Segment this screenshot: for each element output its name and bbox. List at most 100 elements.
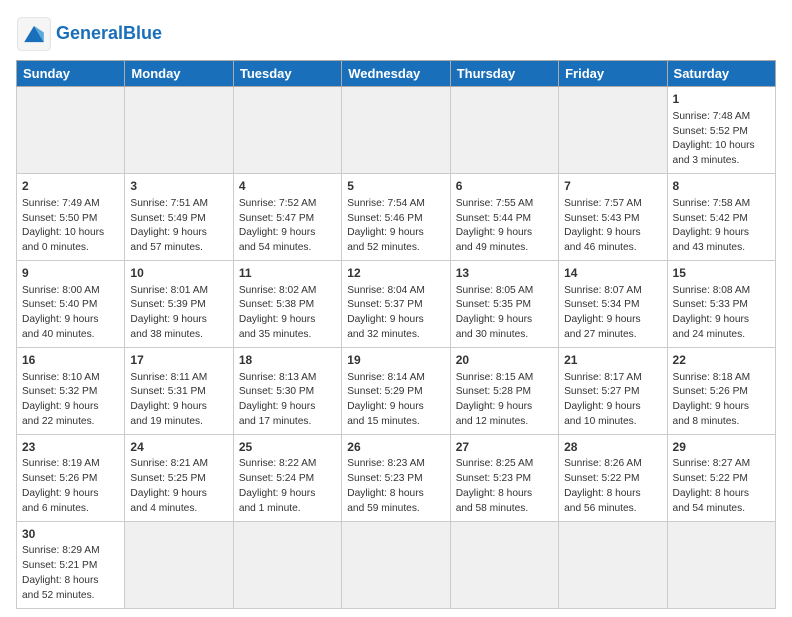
day-info: Sunrise: 8:19 AMSunset: 5:26 PMDaylight:… — [22, 457, 119, 516]
day-info: Sunrise: 7:49 AMSunset: 5:50 PMDaylight:… — [22, 197, 119, 256]
day-info: Sunrise: 8:22 AMSunset: 5:24 PMDaylight:… — [239, 457, 336, 516]
day-number: 9 — [22, 265, 119, 282]
day-number: 23 — [22, 439, 119, 456]
day-number: 1 — [673, 91, 770, 108]
calendar-day-cell: 10Sunrise: 8:01 AMSunset: 5:39 PMDayligh… — [125, 260, 233, 347]
calendar-day-cell: 15 Sunrise: 8:08 AMSunset: 5:33 PMDayligh… — [667, 260, 775, 347]
day-info: Sunrise: 8:26 AMSunset: 5:22 PMDaylight:… — [564, 457, 661, 516]
day-info: Sunrise: 8:01 AMSunset: 5:39 PMDaylight:… — [130, 284, 227, 343]
day-number: 30 — [22, 526, 119, 543]
logo-blue: Blue — [123, 23, 162, 43]
calendar-day-cell: 19 Sunrise: 8:14 AMSunset: 5:29 PMDayligh… — [342, 347, 450, 434]
day-number: 8 — [673, 178, 770, 195]
calendar-week-row: 1 Sunrise: 7:48 AMSunset: 5:52 PMDaylight… — [17, 87, 776, 174]
calendar-day-cell — [559, 521, 667, 608]
day-number: 17 — [130, 352, 227, 369]
day-info: Sunrise: 7:52 AMSunset: 5:47 PMDaylight:… — [239, 197, 336, 256]
calendar-day-cell — [125, 87, 233, 174]
calendar-day-cell: 24Sunrise: 8:21 AMSunset: 5:25 PMDayligh… — [125, 434, 233, 521]
day-number: 21 — [564, 352, 661, 369]
day-info: Sunrise: 8:14 AMSunset: 5:29 PMDaylight:… — [347, 371, 444, 430]
day-number: 26 — [347, 439, 444, 456]
day-info: Sunrise: 8:29 AMSunset: 5:21 PMDaylight:… — [22, 544, 119, 603]
day-number: 14 — [564, 265, 661, 282]
calendar-day-cell: 23Sunrise: 8:19 AMSunset: 5:26 PMDayligh… — [17, 434, 125, 521]
calendar-day-cell: 13 Sunrise: 8:05 AMSunset: 5:35 PMDayligh… — [450, 260, 558, 347]
weekday-header-monday: Monday — [125, 61, 233, 87]
calendar-day-cell: 28Sunrise: 8:26 AMSunset: 5:22 PMDayligh… — [559, 434, 667, 521]
day-info: Sunrise: 8:15 AMSunset: 5:28 PMDaylight:… — [456, 371, 553, 430]
calendar-day-cell: 29Sunrise: 8:27 AMSunset: 5:22 PMDayligh… — [667, 434, 775, 521]
day-number: 20 — [456, 352, 553, 369]
calendar-day-cell: 17 Sunrise: 8:11 AMSunset: 5:31 PMDayligh… — [125, 347, 233, 434]
day-number: 15 — [673, 265, 770, 282]
weekday-header-sunday: Sunday — [17, 61, 125, 87]
calendar-week-row: 16 Sunrise: 8:10 AMSunset: 5:32 PMDayligh… — [17, 347, 776, 434]
day-info: Sunrise: 8:02 AMSunset: 5:38 PMDaylight:… — [239, 284, 336, 343]
calendar-day-cell: 20 Sunrise: 8:15 AMSunset: 5:28 PMDayligh… — [450, 347, 558, 434]
logo-general: General — [56, 23, 123, 43]
calendar-week-row: 9 Sunrise: 8:00 AMSunset: 5:40 PMDaylight… — [17, 260, 776, 347]
day-number: 12 — [347, 265, 444, 282]
day-info: Sunrise: 8:17 AMSunset: 5:27 PMDaylight:… — [564, 371, 661, 430]
day-info: Sunrise: 8:11 AMSunset: 5:31 PMDaylight:… — [130, 371, 227, 430]
calendar-table: SundayMondayTuesdayWednesdayThursdayFrid… — [16, 60, 776, 609]
day-number: 22 — [673, 352, 770, 369]
day-info: Sunrise: 7:48 AMSunset: 5:52 PMDaylight:… — [673, 110, 770, 169]
day-number: 7 — [564, 178, 661, 195]
calendar-day-cell: 11 Sunrise: 8:02 AMSunset: 5:38 PMDayligh… — [233, 260, 341, 347]
calendar-week-row: 2Sunrise: 7:49 AMSunset: 5:50 PMDaylight… — [17, 173, 776, 260]
day-number: 19 — [347, 352, 444, 369]
calendar-day-cell: 12 Sunrise: 8:04 AMSunset: 5:37 PMDayligh… — [342, 260, 450, 347]
logo-text: GeneralBlue — [56, 24, 162, 44]
calendar-day-cell: 14 Sunrise: 8:07 AMSunset: 5:34 PMDayligh… — [559, 260, 667, 347]
day-number: 16 — [22, 352, 119, 369]
calendar-day-cell: 5 Sunrise: 7:54 AMSunset: 5:46 PMDaylight… — [342, 173, 450, 260]
calendar-week-row: 23Sunrise: 8:19 AMSunset: 5:26 PMDayligh… — [17, 434, 776, 521]
calendar-day-cell: 7Sunrise: 7:57 AMSunset: 5:43 PMDaylight… — [559, 173, 667, 260]
calendar-day-cell — [342, 87, 450, 174]
calendar-day-cell: 2Sunrise: 7:49 AMSunset: 5:50 PMDaylight… — [17, 173, 125, 260]
calendar-day-cell: 1 Sunrise: 7:48 AMSunset: 5:52 PMDaylight… — [667, 87, 775, 174]
calendar-day-cell — [559, 87, 667, 174]
day-number: 13 — [456, 265, 553, 282]
calendar-day-cell: 25Sunrise: 8:22 AMSunset: 5:24 PMDayligh… — [233, 434, 341, 521]
day-info: Sunrise: 8:21 AMSunset: 5:25 PMDaylight:… — [130, 457, 227, 516]
calendar-day-cell — [17, 87, 125, 174]
day-info: Sunrise: 8:04 AMSunset: 5:37 PMDaylight:… — [347, 284, 444, 343]
day-number: 5 — [347, 178, 444, 195]
day-info: Sunrise: 8:27 AMSunset: 5:22 PMDaylight:… — [673, 457, 770, 516]
weekday-header-wednesday: Wednesday — [342, 61, 450, 87]
weekday-header-thursday: Thursday — [450, 61, 558, 87]
day-info: Sunrise: 8:13 AMSunset: 5:30 PMDaylight:… — [239, 371, 336, 430]
day-info: Sunrise: 8:23 AMSunset: 5:23 PMDaylight:… — [347, 457, 444, 516]
day-info: Sunrise: 8:05 AMSunset: 5:35 PMDaylight:… — [456, 284, 553, 343]
calendar-week-row: 30Sunrise: 8:29 AMSunset: 5:21 PMDayligh… — [17, 521, 776, 608]
day-number: 4 — [239, 178, 336, 195]
day-number: 27 — [456, 439, 553, 456]
day-info: Sunrise: 7:54 AMSunset: 5:46 PMDaylight:… — [347, 197, 444, 256]
day-info: Sunrise: 8:00 AMSunset: 5:40 PMDaylight:… — [22, 284, 119, 343]
calendar-day-cell: 26Sunrise: 8:23 AMSunset: 5:23 PMDayligh… — [342, 434, 450, 521]
calendar-day-cell — [125, 521, 233, 608]
calendar-day-cell: 8 Sunrise: 7:58 AMSunset: 5:42 PMDaylight… — [667, 173, 775, 260]
day-info: Sunrise: 8:07 AMSunset: 5:34 PMDaylight:… — [564, 284, 661, 343]
day-number: 11 — [239, 265, 336, 282]
calendar-day-cell: 3Sunrise: 7:51 AMSunset: 5:49 PMDaylight… — [125, 173, 233, 260]
day-number: 6 — [456, 178, 553, 195]
day-info: Sunrise: 8:10 AMSunset: 5:32 PMDaylight:… — [22, 371, 119, 430]
calendar-day-cell — [342, 521, 450, 608]
weekday-header-row: SundayMondayTuesdayWednesdayThursdayFrid… — [17, 61, 776, 87]
calendar-day-cell: 6 Sunrise: 7:55 AMSunset: 5:44 PMDaylight… — [450, 173, 558, 260]
day-info: Sunrise: 7:58 AMSunset: 5:42 PMDaylight:… — [673, 197, 770, 256]
general-blue-logo-icon — [16, 16, 52, 52]
day-number: 18 — [239, 352, 336, 369]
calendar-day-cell: 18 Sunrise: 8:13 AMSunset: 5:30 PMDayligh… — [233, 347, 341, 434]
weekday-header-saturday: Saturday — [667, 61, 775, 87]
day-info: Sunrise: 8:08 AMSunset: 5:33 PMDaylight:… — [673, 284, 770, 343]
day-number: 28 — [564, 439, 661, 456]
weekday-header-friday: Friday — [559, 61, 667, 87]
day-info: Sunrise: 8:25 AMSunset: 5:23 PMDaylight:… — [456, 457, 553, 516]
day-info: Sunrise: 7:55 AMSunset: 5:44 PMDaylight:… — [456, 197, 553, 256]
calendar-day-cell — [450, 521, 558, 608]
